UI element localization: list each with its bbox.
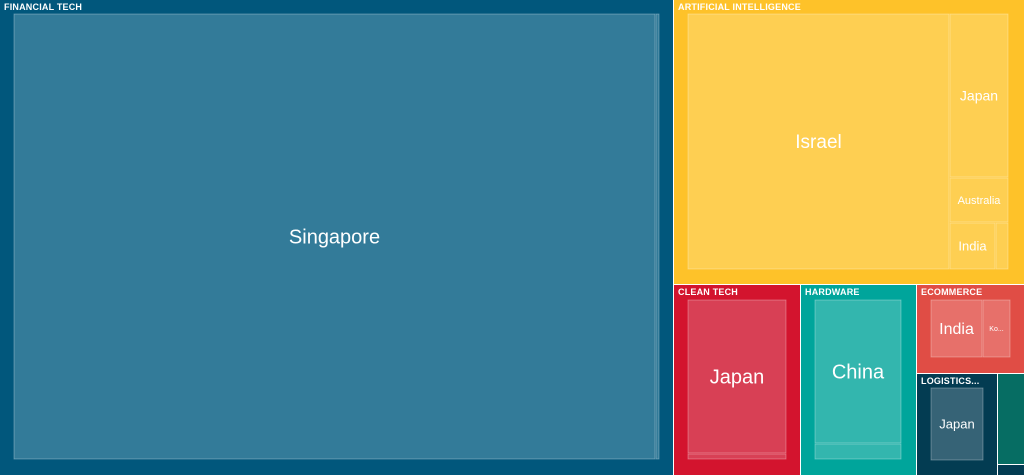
group-label-clean-tech: CLEAN TECH xyxy=(678,287,738,297)
treemap-group-ecommerce[interactable]: India Ko... ECOMMERCE xyxy=(917,285,1024,373)
treemap-group-artificial-intelligence[interactable]: Israel Japan Australia India ARTIFICIAL INTE… xyxy=(674,0,1024,284)
group-label-ecommerce: ECOMMERCE xyxy=(921,287,982,297)
group-label-financial-tech: FINANCIAL TECH xyxy=(4,2,82,12)
treemap-group-unnamed[interactable] xyxy=(998,374,1024,464)
group-label-hardware: HARDWARE xyxy=(805,287,860,297)
treemap-group-financial-tech[interactable]: Singapore FINANCIAL TECH xyxy=(0,0,673,475)
treemap-group-unnamed[interactable] xyxy=(998,465,1024,475)
leaf-label-artificial-intelligence-israel: Israel xyxy=(795,132,841,153)
group-rect-unnamed[interactable] xyxy=(998,465,1024,475)
treemap-group-clean-tech[interactable]: Japan CLEAN TECH xyxy=(674,285,800,475)
group-label-artificial-intelligence: ARTIFICIAL INTELLIGENCE xyxy=(678,2,801,12)
treemap-group-logistics[interactable]: Japan LOGISTICS... xyxy=(917,374,997,475)
leaf-label-artificial-intelligence-japan: Japan xyxy=(960,87,998,103)
leaf-rect-artificial-intelligence-unnamed[interactable] xyxy=(995,222,1009,270)
treemap-group-hardware[interactable]: China HARDWARE xyxy=(801,285,916,475)
leaf-rect-clean-tech-unnamed[interactable] xyxy=(687,453,787,460)
leaf-label-logistics-japan: Japan xyxy=(939,417,974,432)
group-rect-unnamed[interactable] xyxy=(998,374,1024,464)
leaf-rect-financial-tech-unnamed[interactable] xyxy=(655,13,660,460)
treemap-chart: Singapore FINANCIAL TECH Israel Japan Austra… xyxy=(0,0,1024,475)
group-label-logistics: LOGISTICS... xyxy=(921,376,979,386)
leaf-label-hardware-china: China xyxy=(832,362,885,384)
leaf-label-clean-tech-japan: Japan xyxy=(710,367,765,389)
leaf-label-ecommerce-india: India xyxy=(939,321,974,338)
leaf-rect-hardware-unnamed[interactable] xyxy=(814,443,902,460)
leaf-label-ecommerce-ko: Ko... xyxy=(989,326,1003,333)
leaf-label-artificial-intelligence-india: India xyxy=(958,239,987,254)
leaf-label-financial-tech-singapore: Singapore xyxy=(289,227,380,249)
leaf-label-artificial-intelligence-australia: Australia xyxy=(958,195,1002,207)
